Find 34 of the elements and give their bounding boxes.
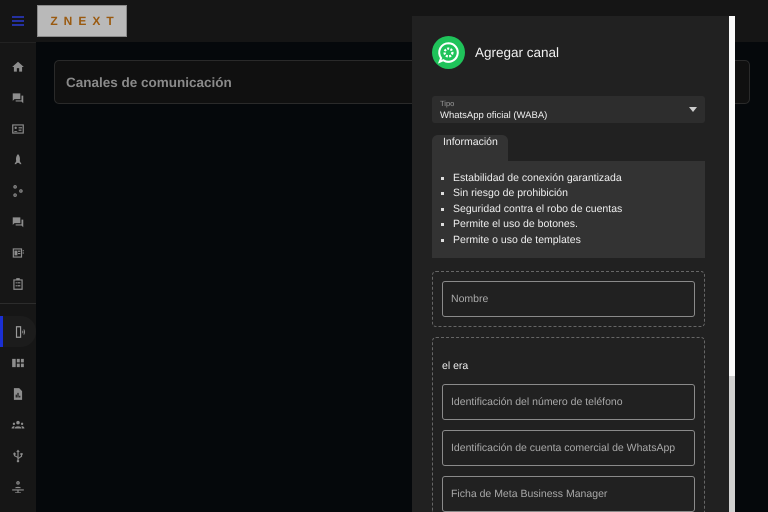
home-icon xyxy=(11,60,25,74)
dialog-title: Agregar canal xyxy=(475,44,560,60)
bullet-icon xyxy=(441,238,444,242)
benefit-text: Permite o uso de templates xyxy=(453,232,581,248)
report-icon xyxy=(11,386,25,400)
contact-card-icon xyxy=(11,122,25,136)
caret-icon xyxy=(689,107,697,112)
newspaper-icon xyxy=(11,246,25,260)
person-desk-icon xyxy=(11,480,25,494)
usb-icon xyxy=(11,448,25,462)
chat-gear-icon xyxy=(432,36,465,68)
bullet-icon xyxy=(441,223,444,226)
benefit-text: Permite el uso de botones. xyxy=(453,217,578,232)
benefit-text: Estabilidad de conexión garantizada xyxy=(453,170,622,186)
name-input[interactable]: Nombre xyxy=(442,281,695,317)
clipboard-icon xyxy=(11,276,25,290)
menu-icon xyxy=(12,16,24,26)
bullet-icon xyxy=(441,192,444,196)
benefit-text: Seguridad contra el robo de cuentas xyxy=(453,202,622,216)
scrollbar[interactable] xyxy=(729,16,735,512)
page-title: Canales de comunicación xyxy=(66,74,232,90)
input-field[interactable]: Identificación del número de teléfono xyxy=(442,384,695,420)
fieldset-title: el era xyxy=(442,360,470,372)
benefit-text: Sin riesgo de prohibición xyxy=(453,186,568,201)
info-tab[interactable]: Información xyxy=(432,135,508,160)
input-field[interactable]: Ficha de Meta Business Manager xyxy=(442,476,695,512)
bullet-icon xyxy=(441,176,444,180)
logo: ZNEXT xyxy=(37,5,127,37)
chat-icon xyxy=(11,90,25,104)
circles-icon xyxy=(11,184,25,198)
input-field[interactable]: Identificación de cuenta comercial de WhatsApp xyxy=(442,430,695,466)
bullet-icon xyxy=(441,208,444,211)
sidebar-item[interactable] xyxy=(0,316,36,347)
chat-icon xyxy=(11,214,25,228)
